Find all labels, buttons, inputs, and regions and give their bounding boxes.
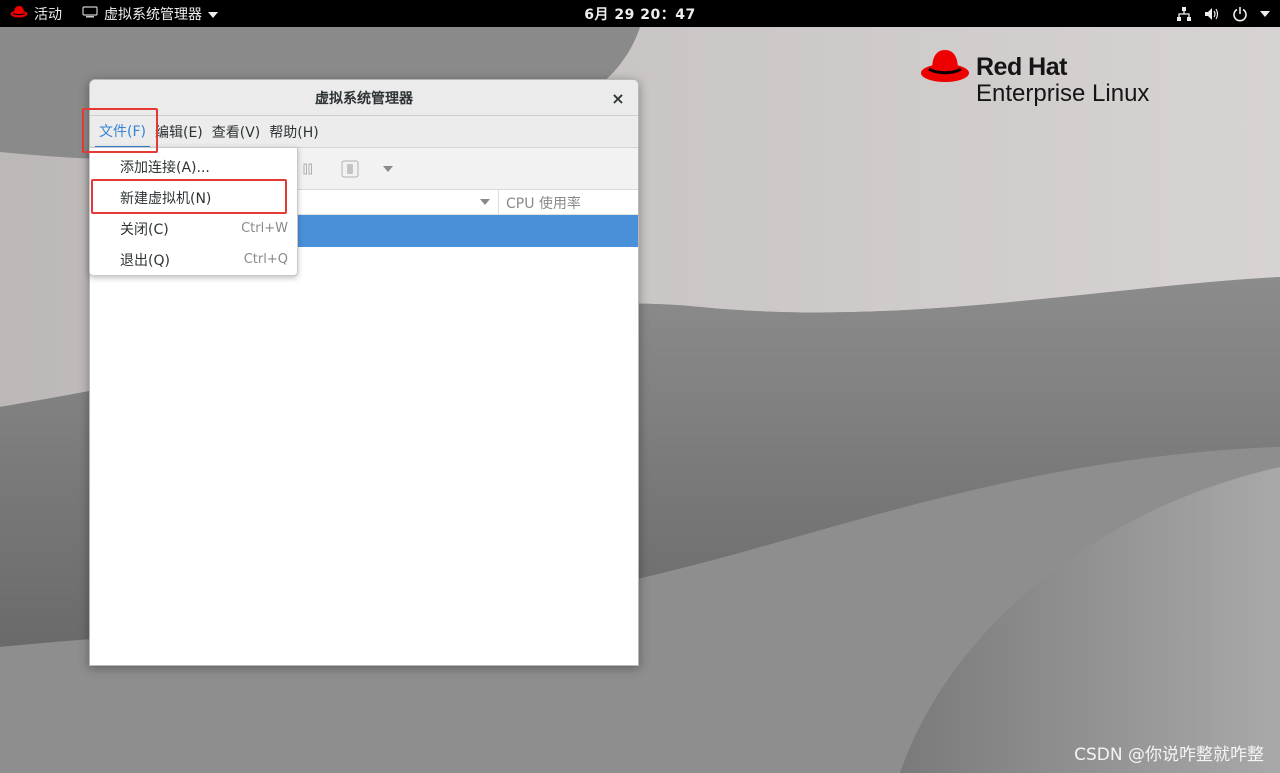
menu-view[interactable]: 查看(V): [208, 116, 265, 148]
chevron-down-icon[interactable]: [382, 158, 394, 180]
menu-item-add-connection[interactable]: 添加连接(A)...: [90, 151, 297, 182]
menu-item-label: 添加连接(A)...: [120, 159, 210, 176]
redhat-logo-icon: [10, 5, 28, 22]
menubar: 文件(F) 编辑(E) 查看(V) 帮助(H): [90, 116, 638, 148]
menu-item-close[interactable]: 关闭(C) Ctrl+W: [90, 213, 297, 244]
menu-item-accelerator: Ctrl+Q: [243, 252, 288, 267]
shutdown-icon[interactable]: [340, 158, 360, 180]
highlight-box-new-vm: [91, 179, 287, 214]
clock[interactable]: 6月 29 20：47: [584, 4, 695, 24]
watermark: CSDN @你说咋整就咋整: [1074, 745, 1264, 765]
app-menu-label: 虚拟系统管理器: [104, 6, 202, 23]
window-titlebar[interactable]: 虚拟系统管理器 ×: [90, 80, 638, 116]
menu-item-quit[interactable]: 退出(Q) Ctrl+Q: [90, 244, 297, 275]
pause-icon[interactable]: [300, 158, 316, 180]
sort-arrow-icon: [480, 199, 490, 205]
highlight-box-file-menu: [82, 108, 158, 153]
chevron-down-icon: [1260, 10, 1270, 17]
activities-button[interactable]: 活动: [10, 0, 62, 27]
menu-item-label: 退出(Q): [120, 252, 170, 269]
menu-help[interactable]: 帮助(H): [265, 116, 322, 148]
activities-label: 活动: [34, 6, 62, 23]
network-icon: [1176, 6, 1192, 22]
power-icon: [1232, 6, 1248, 22]
menu-edit[interactable]: 编辑(E): [151, 116, 207, 148]
redhat-branding: Red Hat Enterprise Linux: [920, 48, 1149, 106]
system-tray[interactable]: [1176, 0, 1270, 27]
top-bar: 活动 虚拟系统管理器 6月 29 20：47: [0, 0, 1280, 27]
brand-line-2: Enterprise Linux: [976, 80, 1150, 107]
column-cpu-usage-header[interactable]: CPU 使用率: [506, 190, 581, 215]
menu-item-label: 关闭(C): [120, 221, 169, 238]
chevron-down-icon: [208, 6, 218, 22]
close-button[interactable]: ×: [608, 88, 628, 108]
app-menu[interactable]: 虚拟系统管理器: [82, 0, 218, 27]
brand-line-1: Red Hat: [976, 53, 1067, 81]
redhat-hat-icon: [920, 48, 970, 88]
volume-icon: [1204, 6, 1220, 22]
virt-manager-icon: [82, 5, 98, 22]
menu-item-accelerator: Ctrl+W: [241, 221, 288, 236]
window-title: 虚拟系统管理器: [315, 90, 413, 107]
